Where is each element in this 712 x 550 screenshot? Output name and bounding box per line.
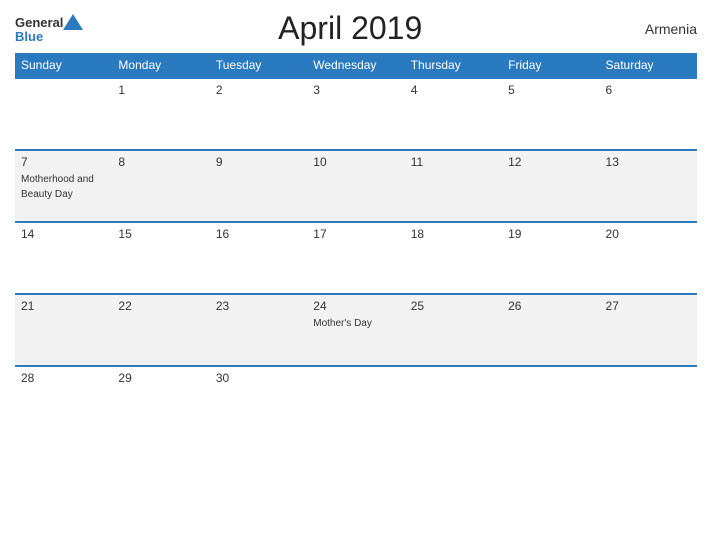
- calendar-page: General Blue April 2019 Armenia Sunday M…: [0, 0, 712, 550]
- calendar-cell: 6: [600, 78, 697, 150]
- calendar-cell: 10: [307, 150, 404, 222]
- calendar-body: 1234567Motherhood and Beauty Day89101112…: [15, 78, 697, 438]
- day-number: 2: [216, 83, 301, 97]
- col-wednesday: Wednesday: [307, 53, 404, 78]
- calendar-cell: 20: [600, 222, 697, 294]
- day-number: 13: [606, 155, 691, 169]
- calendar-cell: 29: [112, 366, 209, 438]
- calendar-cell: [502, 366, 599, 438]
- day-number: 8: [118, 155, 203, 169]
- calendar-cell: 9: [210, 150, 307, 222]
- calendar-cell: [307, 366, 404, 438]
- calendar-cell: 2: [210, 78, 307, 150]
- day-number: 26: [508, 299, 593, 313]
- day-number: 15: [118, 227, 203, 241]
- col-monday: Monday: [112, 53, 209, 78]
- calendar-cell: 25: [405, 294, 502, 366]
- calendar-cell: 19: [502, 222, 599, 294]
- calendar-cell: 1: [112, 78, 209, 150]
- col-tuesday: Tuesday: [210, 53, 307, 78]
- col-friday: Friday: [502, 53, 599, 78]
- day-number: 10: [313, 155, 398, 169]
- day-number: 6: [606, 83, 691, 97]
- day-number: 20: [606, 227, 691, 241]
- calendar-cell: 7 Motherhood and Beauty Day: [15, 150, 112, 222]
- month-title: April 2019: [83, 10, 617, 47]
- logo-icon: [63, 14, 83, 30]
- calendar-cell: 17: [307, 222, 404, 294]
- calendar-week-4: 21 22 23 24 Mother's Day 25 26 27: [15, 294, 697, 366]
- logo: General Blue: [15, 14, 83, 43]
- calendar-header-row: Sunday Monday Tuesday Wednesday Thursday…: [15, 53, 697, 78]
- calendar-week-2: 7 Motherhood and Beauty Day 89 10 11 12 13: [15, 150, 697, 222]
- day-number: 16: [216, 227, 301, 241]
- day-number: 19: [508, 227, 593, 241]
- calendar-cell: 8: [112, 150, 209, 222]
- event-label: Mother's Day: [313, 318, 372, 329]
- day-number: 22: [118, 299, 203, 313]
- day-number: 5: [508, 83, 593, 97]
- col-sunday: Sunday: [15, 53, 112, 78]
- calendar-cell: 11: [405, 150, 502, 222]
- logo-general-text: General: [15, 16, 63, 29]
- calendar-cell: 13: [600, 150, 697, 222]
- calendar-cell: 22: [112, 294, 209, 366]
- day-number: 18: [411, 227, 496, 241]
- day-number: 4: [411, 83, 496, 97]
- calendar-cell: 27: [600, 294, 697, 366]
- country-label: Armenia: [617, 21, 697, 37]
- day-number: 14: [21, 227, 106, 241]
- calendar-cell: 28: [15, 366, 112, 438]
- logo-blue-text: Blue: [15, 30, 83, 43]
- day-number: 27: [606, 299, 691, 313]
- day-number: 24: [313, 299, 398, 313]
- calendar-cell: [600, 366, 697, 438]
- day-number: 23: [216, 299, 301, 313]
- calendar-cell: [405, 366, 502, 438]
- day-number: 3: [313, 83, 398, 97]
- calendar-cell: 3: [307, 78, 404, 150]
- calendar-week-5: 28 29 30: [15, 366, 697, 438]
- day-number: 17: [313, 227, 398, 241]
- calendar-cell: 23: [210, 294, 307, 366]
- day-number: 11: [411, 155, 496, 169]
- calendar-cell: 30: [210, 366, 307, 438]
- col-thursday: Thursday: [405, 53, 502, 78]
- calendar-week-1: 123456: [15, 78, 697, 150]
- day-number: 28: [21, 371, 106, 385]
- calendar-cell: 16: [210, 222, 307, 294]
- calendar-cell: 15: [112, 222, 209, 294]
- calendar-cell: 14: [15, 222, 112, 294]
- day-number: 12: [508, 155, 593, 169]
- event-label: Motherhood and Beauty Day: [21, 174, 94, 200]
- calendar-table: Sunday Monday Tuesday Wednesday Thursday…: [15, 53, 697, 438]
- header: General Blue April 2019 Armenia: [15, 10, 697, 47]
- calendar-week-3: 14 15 16 17 18 19 20: [15, 222, 697, 294]
- calendar-cell: 21: [15, 294, 112, 366]
- day-number: 30: [216, 371, 301, 385]
- calendar-cell: [15, 78, 112, 150]
- day-number: 9: [216, 155, 301, 169]
- day-number: 29: [118, 371, 203, 385]
- col-saturday: Saturday: [600, 53, 697, 78]
- day-number: 1: [118, 83, 203, 97]
- day-number: 25: [411, 299, 496, 313]
- calendar-cell: 24 Mother's Day: [307, 294, 404, 366]
- day-number: 7: [21, 155, 106, 169]
- calendar-cell: 18: [405, 222, 502, 294]
- calendar-cell: 5: [502, 78, 599, 150]
- calendar-cell: 4: [405, 78, 502, 150]
- day-number: 21: [21, 299, 106, 313]
- calendar-cell: 12: [502, 150, 599, 222]
- calendar-cell: 26: [502, 294, 599, 366]
